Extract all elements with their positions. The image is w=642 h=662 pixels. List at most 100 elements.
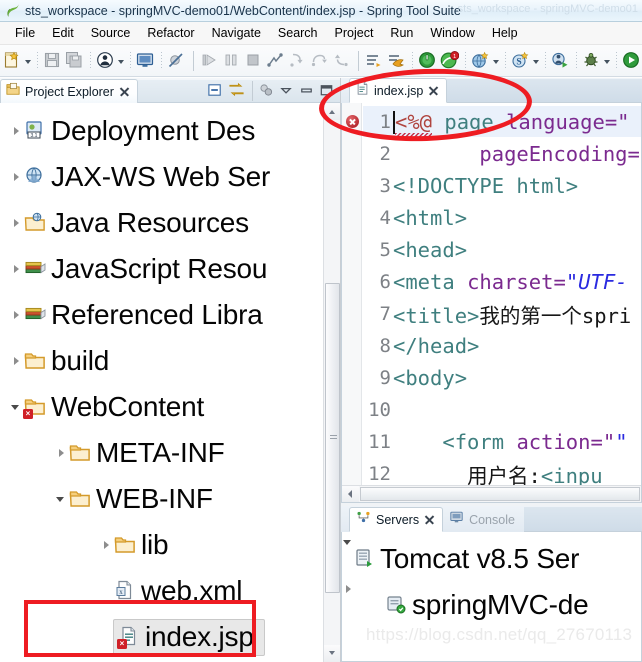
twisty-collapsed-icon[interactable] bbox=[10, 355, 23, 368]
chevron-down-icon[interactable] bbox=[117, 51, 126, 71]
new-spring-project-icon[interactable] bbox=[471, 51, 491, 71]
project-tree-scrollbar[interactable] bbox=[323, 103, 340, 662]
tab-project-explorer[interactable]: Project Explorer bbox=[0, 79, 138, 103]
twisty-collapsed-icon[interactable] bbox=[55, 447, 68, 460]
menu-project[interactable]: Project bbox=[327, 24, 383, 43]
tab-console[interactable]: Console bbox=[443, 507, 524, 532]
twisty-collapsed-icon[interactable] bbox=[100, 539, 113, 552]
twisty-collapsed-icon[interactable] bbox=[10, 125, 23, 138]
code-line[interactable]: <head> bbox=[393, 234, 641, 266]
server-tree-item-0[interactable]: Tomcat v8.5 Ser bbox=[342, 536, 580, 582]
close-icon[interactable] bbox=[428, 85, 439, 96]
save-icon[interactable] bbox=[43, 51, 63, 71]
code-line[interactable] bbox=[393, 394, 641, 426]
tree-item-web-inf[interactable]: WEB-INF bbox=[0, 476, 213, 522]
debug-icon[interactable] bbox=[582, 51, 602, 71]
open-console-icon[interactable] bbox=[136, 51, 156, 71]
suspend-icon[interactable] bbox=[222, 51, 242, 71]
run-icon[interactable] bbox=[551, 51, 571, 71]
new-wizard-icon[interactable] bbox=[3, 51, 23, 71]
tree-item-webcontent[interactable]: × WebContent bbox=[0, 384, 204, 430]
project-tree[interactable]: 3.1 Deployment Des JAX-WS Web Ser Java Reso… bbox=[0, 103, 340, 662]
code-line[interactable]: <meta charset="UTF- bbox=[393, 266, 641, 298]
close-icon[interactable] bbox=[424, 514, 435, 525]
link-with-editor-icon[interactable] bbox=[227, 82, 247, 101]
scrollbar-thumb[interactable] bbox=[325, 282, 340, 593]
view-menu-icon[interactable] bbox=[278, 82, 298, 101]
tree-item-lib[interactable]: lib bbox=[0, 522, 169, 568]
code-line[interactable]: <%@ page language=" bbox=[393, 106, 641, 138]
editor-area: index.jsp 1 <%@ page language=" 2 pageEnco… bbox=[341, 78, 642, 503]
collapse-all-icon[interactable] bbox=[207, 82, 227, 101]
code-line[interactable]: <title>我的第一个spri bbox=[393, 298, 641, 330]
menu-refactor[interactable]: Refactor bbox=[139, 24, 203, 43]
twisty-expanded-icon[interactable] bbox=[10, 401, 23, 414]
run-as-user-icon[interactable] bbox=[96, 51, 116, 71]
open-task-icon[interactable] bbox=[387, 51, 407, 71]
tree-item-web-xml[interactable]: x web.xml bbox=[0, 568, 242, 614]
maximize-icon[interactable] bbox=[318, 82, 338, 101]
editor-horizontal-scrollbar[interactable] bbox=[342, 485, 641, 502]
external-tools-icon[interactable] bbox=[622, 51, 642, 71]
twisty-collapsed-icon[interactable] bbox=[10, 171, 23, 184]
server-tree-item-1[interactable]: springMVC-de bbox=[342, 582, 589, 628]
start-server-icon[interactable] bbox=[418, 51, 438, 71]
code-editor[interactable]: 1<%@ page language="2 pageEncoding="U 3<!… bbox=[341, 103, 642, 503]
chevron-down-icon[interactable] bbox=[532, 51, 541, 71]
tree-item-jax-ws-web-ser[interactable]: JAX-WS Web Ser bbox=[0, 154, 270, 200]
filter-icon[interactable] bbox=[258, 82, 278, 101]
servers-tree[interactable]: https://blog.csdn.net/qq_27670113 Tomcat… bbox=[341, 532, 642, 662]
menu-edit[interactable]: Edit bbox=[44, 24, 83, 43]
menu-window[interactable]: Window bbox=[422, 24, 483, 43]
step-into-icon[interactable] bbox=[288, 51, 308, 71]
close-icon[interactable] bbox=[119, 86, 130, 97]
menu-file[interactable]: File bbox=[7, 24, 44, 43]
tree-item-index-jsp[interactable]: × index.jsp bbox=[0, 614, 265, 660]
tree-item-referenced-libra[interactable]: Referenced Libra bbox=[0, 292, 263, 338]
tab-servers[interactable]: Servers bbox=[349, 507, 444, 532]
menu-search[interactable]: Search bbox=[270, 24, 327, 43]
save-all-icon[interactable] bbox=[65, 51, 85, 71]
menu-source[interactable]: Source bbox=[83, 24, 140, 43]
twisty-collapsed-icon[interactable] bbox=[10, 263, 23, 276]
code-line[interactable]: pageEncoding="U bbox=[393, 138, 641, 170]
step-over-icon[interactable] bbox=[310, 51, 330, 71]
tree-item-java-resources[interactable]: Java Resources bbox=[0, 200, 249, 246]
skip-breakpoints-icon[interactable] bbox=[167, 51, 187, 71]
code-line[interactable]: <!DOCTYPE html> bbox=[393, 170, 641, 202]
chevron-down-icon[interactable] bbox=[24, 51, 33, 71]
scroll-up-button[interactable] bbox=[324, 103, 340, 120]
code-line[interactable]: <html> bbox=[393, 202, 641, 234]
chevron-down-icon[interactable] bbox=[492, 51, 501, 71]
new-spring-bean-icon[interactable]: S bbox=[511, 51, 531, 71]
tree-item-label: lib bbox=[141, 529, 169, 560]
terminate-icon[interactable] bbox=[244, 51, 264, 71]
tree-item-build[interactable]: build bbox=[0, 338, 109, 384]
tree-item-meta-inf[interactable]: META-INF bbox=[0, 430, 225, 476]
servers-icon bbox=[356, 510, 371, 529]
disconnect-icon[interactable] bbox=[266, 51, 286, 71]
menu-navigate[interactable]: Navigate bbox=[204, 24, 270, 43]
error-marker-icon[interactable] bbox=[346, 115, 359, 128]
twisty-expanded-icon[interactable] bbox=[55, 493, 68, 506]
code-line[interactable]: <body> bbox=[393, 362, 641, 394]
scroll-down-button[interactable] bbox=[324, 645, 340, 662]
twisty-collapsed-icon[interactable] bbox=[10, 217, 23, 230]
tree-item-javascript-resou[interactable]: JavaScript Resou bbox=[0, 246, 267, 292]
code-line[interactable]: <form action="" bbox=[393, 426, 641, 458]
menu-help[interactable]: Help bbox=[484, 24, 527, 43]
tree-item-deployment-des[interactable]: 3.1 Deployment Des bbox=[0, 108, 255, 154]
resume-icon[interactable] bbox=[200, 51, 220, 71]
chevron-down-icon[interactable] bbox=[603, 51, 612, 71]
code-line[interactable]: </head> bbox=[393, 330, 641, 362]
step-return-icon[interactable] bbox=[332, 51, 352, 71]
open-type-icon[interactable] bbox=[365, 51, 385, 71]
tab-index-jsp[interactable]: index.jsp bbox=[349, 78, 448, 103]
minimize-icon[interactable] bbox=[298, 82, 318, 101]
twisty-collapsed-icon[interactable] bbox=[10, 309, 23, 322]
scroll-left-button[interactable] bbox=[342, 486, 359, 502]
menu-run[interactable]: Run bbox=[382, 24, 422, 43]
annotation-ruler[interactable] bbox=[342, 103, 362, 502]
stop-server-icon[interactable]: 1 bbox=[440, 50, 460, 71]
scrollbar-thumb[interactable] bbox=[360, 487, 640, 501]
